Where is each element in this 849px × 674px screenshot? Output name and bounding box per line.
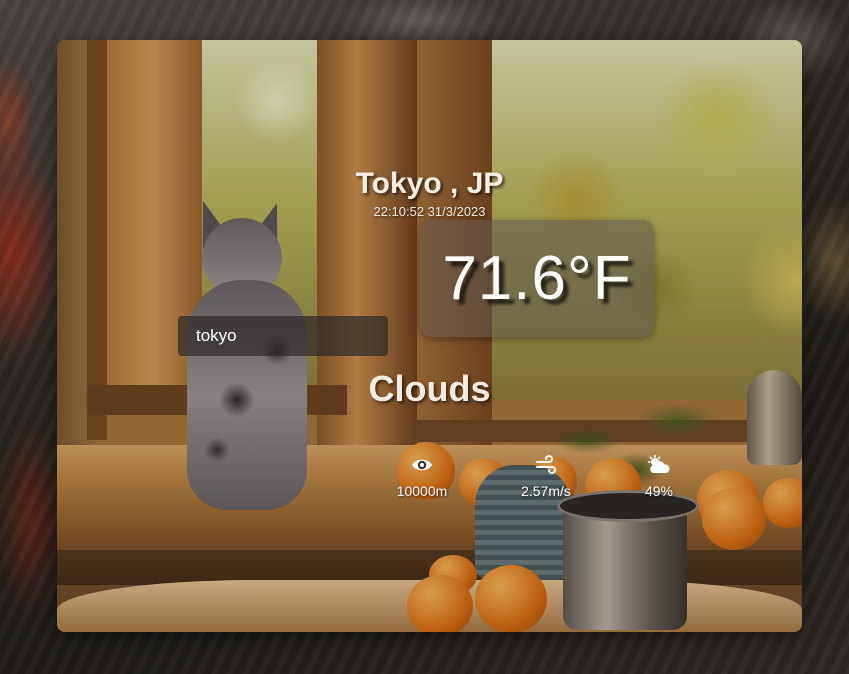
temperature-box: 71.6°F bbox=[420, 220, 654, 337]
wind-stat: 2.57m/s bbox=[501, 455, 591, 499]
visibility-stat: 10000m bbox=[377, 455, 467, 499]
visibility-value: 10000m bbox=[396, 483, 448, 499]
cloud-sun-icon bbox=[614, 454, 704, 475]
temperature-value: 71.6°F bbox=[442, 244, 632, 313]
wind-icon bbox=[501, 455, 591, 475]
local-datetime: 22:10:52 31/3/2023 bbox=[373, 204, 486, 219]
location-title: Tokyo , JP bbox=[355, 167, 504, 200]
eye-icon bbox=[377, 455, 467, 475]
city-search-input[interactable] bbox=[178, 316, 388, 356]
weather-card: Tokyo , JP 22:10:52 31/3/2023 71.6°F Clo… bbox=[57, 40, 802, 632]
humidity-stat: 49% bbox=[614, 454, 704, 499]
humidity-value: 49% bbox=[644, 483, 674, 499]
weather-condition: Clouds bbox=[368, 368, 491, 409]
wind-speed-value: 2.57m/s bbox=[521, 483, 571, 499]
